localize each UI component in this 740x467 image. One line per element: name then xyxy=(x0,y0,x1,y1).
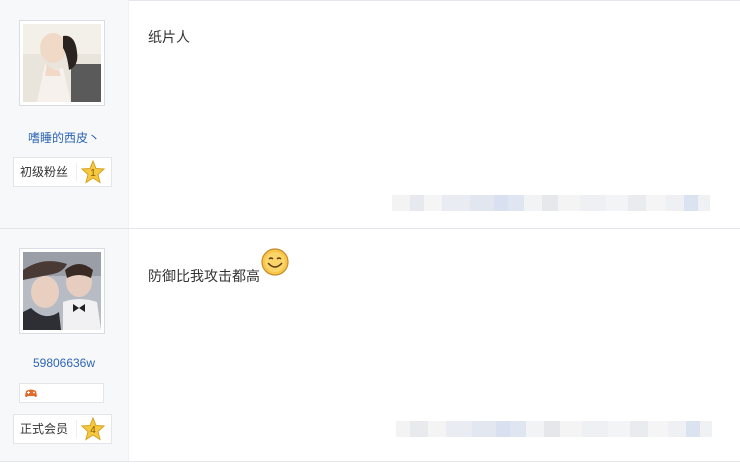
level-number: 4 xyxy=(90,425,96,436)
post-content: 防御比我攻击都高 xyxy=(148,268,260,284)
divider-bottom xyxy=(0,461,740,462)
badge-label: 初级粉丝 xyxy=(20,165,69,179)
avatar-photo-woman xyxy=(23,24,101,102)
badge-divider xyxy=(76,420,77,438)
avatar[interactable] xyxy=(19,248,105,334)
badge-divider xyxy=(76,163,77,181)
post-1: 嗜睡的西皮丶 初级粉丝 1 纸片人 xyxy=(0,0,740,228)
level-star-icon: 4 xyxy=(81,417,105,441)
fan-level-badge[interactable]: 正式会员 4 xyxy=(13,414,112,444)
fan-level-badge[interactable]: 初级粉丝 1 xyxy=(13,157,112,187)
post-meta-blurred xyxy=(392,195,710,211)
username[interactable]: 嗜睡的西皮丶 xyxy=(0,129,128,146)
honor-icon-box xyxy=(19,383,104,403)
post-meta-blurred xyxy=(396,421,712,437)
username[interactable]: 59806636w xyxy=(0,356,128,370)
badge-label: 正式会员 xyxy=(20,422,69,436)
post-content: 纸片人 xyxy=(148,29,190,45)
gamepad-icon xyxy=(25,389,37,397)
level-number: 1 xyxy=(90,168,96,179)
smile-emoji xyxy=(261,248,289,276)
post-2: 59806636w 正式会员 4 防御比我攻击都高 xyxy=(0,229,740,461)
avatar[interactable] xyxy=(19,20,105,106)
author-sidebar: 嗜睡的西皮丶 初级粉丝 1 xyxy=(0,0,129,228)
author-sidebar: 59806636w 正式会员 4 xyxy=(0,229,129,461)
level-star-icon: 1 xyxy=(81,160,105,184)
avatar-photo-two-men xyxy=(23,252,101,330)
